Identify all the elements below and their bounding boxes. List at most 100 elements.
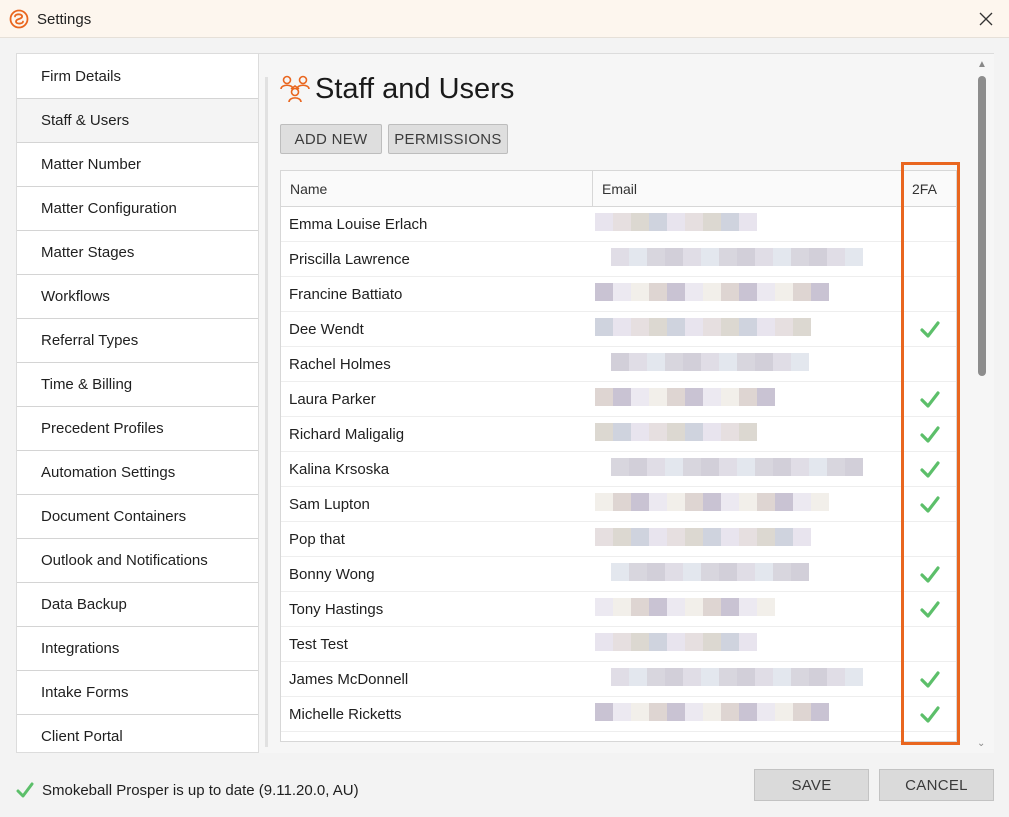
user-name-cell: Sam Lupton [289, 495, 370, 513]
sidebar-item[interactable]: Automation Settings [17, 451, 258, 495]
scroll-up-arrow-icon[interactable]: ▲ [977, 59, 987, 70]
2fa-cell [903, 627, 956, 661]
2fa-cell [903, 452, 956, 486]
sidebar-item[interactable]: Data Backup [17, 583, 258, 627]
staff-table: Name Email 2FA Emma Louise Erlach Priscil… [280, 170, 957, 742]
user-name-cell: Pop that [289, 530, 345, 548]
user-name-cell: Dee Wendt [289, 320, 364, 338]
user-name-cell: Emma Louise Erlach [289, 215, 428, 233]
user-name-cell: Richard Maligalig [289, 425, 405, 443]
sidebar-item[interactable]: Client Portal [17, 715, 258, 752]
check-icon [919, 461, 940, 478]
2fa-cell [903, 697, 956, 731]
settings-nav: Firm Details Staff & Users Matter Number Ma… [16, 53, 259, 753]
cancel-button[interactable]: CANCEL [879, 769, 994, 801]
check-icon [919, 671, 940, 688]
table-row[interactable]: Laura Parker [281, 382, 956, 417]
window-title: Settings [37, 11, 92, 28]
2fa-cell [903, 557, 956, 591]
add-new-button[interactable]: ADD NEW [280, 124, 382, 154]
check-icon [919, 321, 940, 338]
column-header-email[interactable]: Email [593, 171, 903, 206]
permissions-button[interactable]: PERMISSIONS [388, 124, 508, 154]
sidebar-item[interactable]: Firm Details [17, 54, 258, 99]
2fa-cell [903, 207, 956, 241]
check-icon [16, 782, 34, 798]
sidebar-item[interactable]: Referral Types [17, 319, 258, 363]
sidebar-item[interactable]: Staff & Users [17, 99, 258, 143]
user-name-cell: Francine Battiato [289, 285, 403, 303]
table-row[interactable]: Emma Louise Erlach [281, 207, 956, 242]
check-icon [919, 426, 940, 443]
panel-divider [265, 77, 268, 747]
2fa-cell [903, 662, 956, 696]
user-name-cell: Bonny Wong [289, 565, 375, 583]
page-title: Staff and Users [315, 73, 515, 105]
check-icon [919, 566, 940, 583]
smokeball-logo-icon [9, 9, 29, 29]
table-row[interactable]: Priscilla Lawrence [281, 242, 956, 277]
close-button[interactable] [963, 0, 1009, 38]
table-row[interactable]: Pop that [281, 522, 956, 557]
staff-users-icon [280, 75, 310, 103]
sidebar-item[interactable]: Integrations [17, 627, 258, 671]
check-icon [919, 706, 940, 723]
title-bar: Settings [0, 0, 1009, 38]
email-cell-obscured [593, 662, 903, 696]
sidebar-item[interactable]: Matter Number [17, 143, 258, 187]
sidebar-item[interactable]: Matter Stages [17, 231, 258, 275]
user-name-cell: Tony Hastings [289, 600, 384, 618]
email-cell-obscured [593, 382, 903, 416]
email-cell-obscured [593, 522, 903, 556]
column-header-name[interactable]: Name [281, 171, 593, 206]
update-status: Smokeball Prosper is up to date (9.11.20… [16, 781, 359, 799]
user-name-cell: Priscilla Lawrence [289, 250, 410, 268]
table-row[interactable]: Kalina Krsoska [281, 452, 956, 487]
user-name-cell: Test Test [289, 635, 348, 653]
email-cell-obscured [593, 417, 903, 451]
table-row[interactable]: James McDonnell [281, 662, 956, 697]
table-body: Emma Louise Erlach Priscilla Lawrence Fran… [281, 207, 956, 732]
email-cell-obscured [593, 312, 903, 346]
sidebar-item[interactable]: Precedent Profiles [17, 407, 258, 451]
2fa-cell [903, 487, 956, 521]
table-row[interactable]: Test Test [281, 627, 956, 662]
email-cell-obscured [593, 592, 903, 626]
sidebar-item[interactable]: Outlook and Notifications [17, 539, 258, 583]
table-header: Name Email 2FA [281, 171, 956, 207]
column-header-2fa[interactable]: 2FA [903, 171, 956, 206]
sidebar-item[interactable]: Time & Billing [17, 363, 258, 407]
scroll-down-arrow-icon[interactable]: ⌄ [977, 738, 985, 749]
update-status-text: Smokeball Prosper is up to date (9.11.20… [42, 781, 359, 799]
email-cell-obscured [593, 627, 903, 661]
sidebar-item[interactable]: Document Containers [17, 495, 258, 539]
user-name-cell: Kalina Krsoska [289, 460, 390, 478]
email-cell-obscured [593, 242, 903, 276]
user-name-cell: Rachel Holmes [289, 355, 391, 373]
table-row[interactable]: Bonny Wong [281, 557, 956, 592]
email-cell-obscured [593, 207, 903, 241]
2fa-cell [903, 522, 956, 556]
user-name-cell: James McDonnell [289, 670, 409, 688]
2fa-cell [903, 347, 956, 381]
close-icon [979, 12, 993, 26]
sidebar-item[interactable]: Workflows [17, 275, 258, 319]
table-row[interactable]: Sam Lupton [281, 487, 956, 522]
table-row[interactable]: Tony Hastings [281, 592, 956, 627]
vertical-scrollbar[interactable]: ▲ ⌄ [974, 59, 990, 749]
2fa-cell [903, 417, 956, 451]
table-row[interactable]: Dee Wendt [281, 312, 956, 347]
table-row[interactable]: Rachel Holmes [281, 347, 956, 382]
2fa-cell [903, 592, 956, 626]
table-row[interactable]: Richard Maligalig [281, 417, 956, 452]
2fa-cell [903, 312, 956, 346]
save-button[interactable]: SAVE [754, 769, 869, 801]
sidebar-item[interactable]: Intake Forms [17, 671, 258, 715]
scroll-thumb[interactable] [978, 76, 986, 376]
email-cell-obscured [593, 557, 903, 591]
email-cell-obscured [593, 697, 903, 731]
table-row[interactable]: Francine Battiato [281, 277, 956, 312]
table-row[interactable]: Michelle Ricketts [281, 697, 956, 732]
email-cell-obscured [593, 487, 903, 521]
sidebar-item[interactable]: Matter Configuration [17, 187, 258, 231]
